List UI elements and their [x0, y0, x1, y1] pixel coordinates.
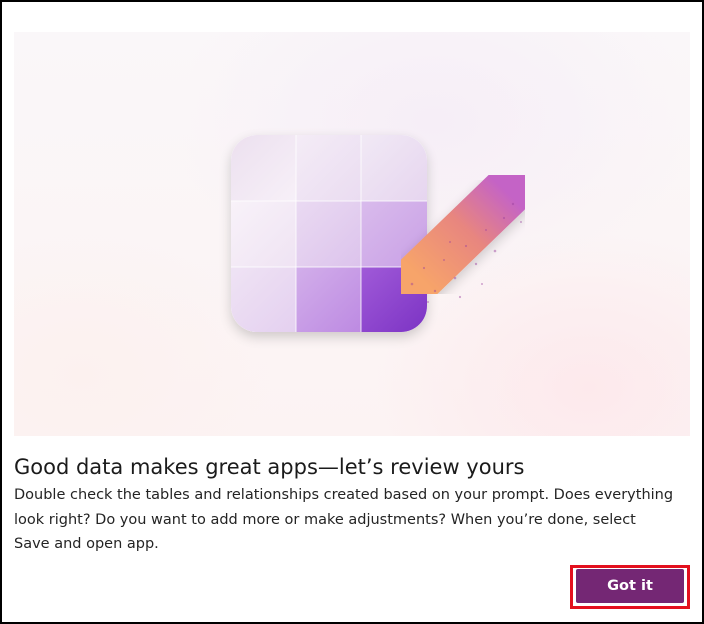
pencil-icon	[394, 167, 532, 302]
got-it-button[interactable]: Got it	[576, 569, 684, 603]
dialog-title: Good data makes great apps—let’s review …	[14, 455, 525, 479]
table-grid-icon	[231, 135, 427, 332]
table-grid-pencil-illustration	[231, 135, 532, 332]
dialog-description: Double check the tables and relationship…	[14, 487, 674, 552]
dialog-frame: Good data makes great apps—let’s review …	[0, 0, 704, 624]
hero-illustration	[14, 32, 690, 436]
